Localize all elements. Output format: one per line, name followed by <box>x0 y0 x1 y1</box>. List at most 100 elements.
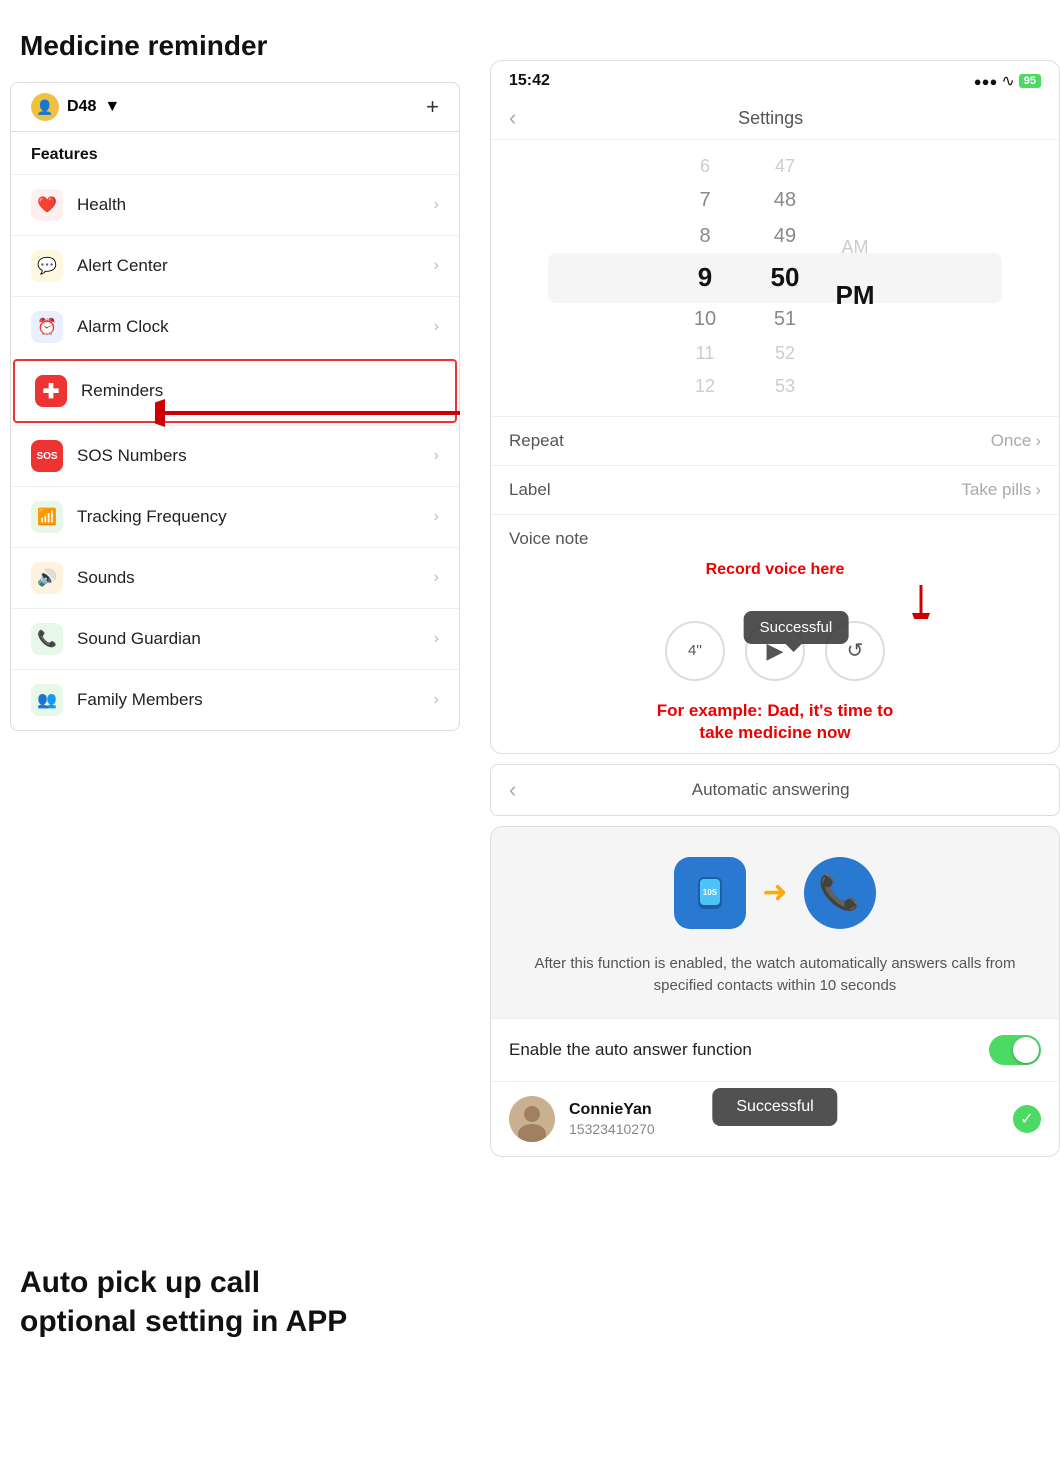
hour-11: 11 <box>696 337 715 369</box>
phone-emoji: 📞 <box>818 873 860 913</box>
device-icon: 👤 <box>31 93 59 121</box>
alert-center-icon: 💬 <box>31 250 63 282</box>
voice-annotation: Record voice here Successful 4'' ▶ <box>509 561 1041 681</box>
right-panel: 15:42 ●●● ∿ 95 ‹ Settings 6 7 8 9 10 <box>490 60 1060 1167</box>
min-50: 50 <box>771 254 800 301</box>
health-label: Health <box>77 195 434 215</box>
auto-answer-illustration: 10S ➜ 📞 <box>491 827 1059 949</box>
health-icon: ❤️ <box>31 189 63 221</box>
sos-numbers-label: SOS Numbers <box>77 446 434 466</box>
status-bar: 15:42 ●●● ∿ 95 <box>491 61 1059 97</box>
label-value-text: Take pills <box>961 480 1031 500</box>
tracking-frequency-label: Tracking Frequency <box>77 507 434 527</box>
time-picker[interactable]: 6 7 8 9 10 11 12 47 48 49 50 51 52 53 <box>491 140 1059 416</box>
sidebar-item-sounds[interactable]: 🔊 Sounds › <box>11 547 459 608</box>
arrow-emoji: ➜ <box>762 875 787 910</box>
example-text-line2: take medicine now <box>491 723 1059 753</box>
auto-answer-screen: 10S ➜ 📞 After this function is enabled, … <box>490 826 1060 1157</box>
status-icons: ●●● ∿ 95 <box>974 71 1041 91</box>
sound-guardian-label: Sound Guardian <box>77 629 434 649</box>
auto-answering-back-button[interactable]: ‹ <box>509 777 516 803</box>
min-49: 49 <box>774 218 796 254</box>
auto-answering-nav: ‹ Automatic answering <box>490 764 1060 816</box>
arrow-annotation <box>155 388 465 443</box>
sidebar-item-health[interactable]: ❤️ Health › <box>11 174 459 235</box>
toggle-knob <box>1013 1037 1039 1063</box>
label-label: Label <box>509 480 551 500</box>
left-panel: Medicine reminder 👤 D48 ▼ + Features ❤️ … <box>0 0 470 1481</box>
add-device-button[interactable]: + <box>426 94 439 120</box>
auto-answer-toggle[interactable] <box>989 1035 1041 1065</box>
alarm-clock-label: Alarm Clock <box>77 317 434 337</box>
red-arrow-svg <box>155 388 465 438</box>
sidebar-item-tracking-frequency[interactable]: 📶 Tracking Frequency › <box>11 486 459 547</box>
hour-10: 10 <box>694 301 716 337</box>
sidebar-item-family-members[interactable]: 👥 Family Members › <box>11 669 459 730</box>
label-chevron: › <box>1035 480 1041 500</box>
enable-auto-answer-row[interactable]: Enable the auto answer function <box>491 1018 1059 1081</box>
min-47: 47 <box>775 150 795 182</box>
nav-bar: ‹ Settings <box>491 97 1059 140</box>
chevron-icon: › <box>434 257 439 275</box>
auto-pickup-line2: optional setting in APP <box>20 1302 450 1341</box>
sidebar-item-alarm-clock[interactable]: ⏰ Alarm Clock › <box>11 296 459 357</box>
pm-option: PM <box>836 267 875 324</box>
device-name-container[interactable]: 👤 D48 ▼ <box>31 93 120 121</box>
watch-svg: 10S <box>690 871 730 915</box>
chevron-icon: › <box>434 318 439 336</box>
family-members-icon: 👥 <box>31 684 63 716</box>
status-time: 15:42 <box>509 72 550 90</box>
hour-7: 7 <box>699 182 710 218</box>
ampm-column[interactable]: AM PM <box>825 228 885 325</box>
minute-column[interactable]: 47 48 49 50 51 52 53 <box>745 150 825 402</box>
reminders-icon: ✚ <box>35 375 67 407</box>
min-51: 51 <box>774 301 796 337</box>
voice-note-label: Voice note <box>509 529 1041 549</box>
family-members-label: Family Members <box>77 690 434 710</box>
hour-column[interactable]: 6 7 8 9 10 11 12 <box>665 150 745 402</box>
sounds-icon: 🔊 <box>31 562 63 594</box>
auto-answering-title: Automatic answering <box>530 780 1011 800</box>
repeat-chevron: › <box>1035 431 1041 451</box>
am-option: AM <box>842 228 869 268</box>
page-title: Medicine reminder <box>0 20 470 82</box>
repeat-row[interactable]: Repeat Once › <box>491 416 1059 465</box>
auto-pickup-line1: Auto pick up call <box>20 1263 450 1302</box>
chevron-icon: › <box>434 569 439 587</box>
hour-12: 12 <box>695 370 715 402</box>
sounds-label: Sounds <box>77 568 434 588</box>
contact-check-icon: ✓ <box>1013 1105 1041 1133</box>
record-voice-annotation: Record voice here <box>509 561 1041 579</box>
successful-tooltip: Successful <box>744 611 849 644</box>
device-header: 👤 D48 ▼ + <box>10 82 460 132</box>
voice-note-section: Voice note Record voice here Succ <box>491 514 1059 695</box>
tracking-frequency-icon: 📶 <box>31 501 63 533</box>
sos-numbers-icon: SOS <box>31 440 63 472</box>
back-button[interactable]: ‹ <box>509 105 516 131</box>
enable-auto-answer-label: Enable the auto answer function <box>509 1040 752 1060</box>
repeat-value-text: Once <box>991 431 1032 451</box>
label-row[interactable]: Label Take pills › <box>491 465 1059 514</box>
sidebar-item-sound-guardian[interactable]: 📞 Sound Guardian › <box>11 608 459 669</box>
annotation-arrow <box>911 583 951 619</box>
sidebar-item-alert-center[interactable]: 💬 Alert Center › <box>11 235 459 296</box>
voice-controls: Successful 4'' ▶ ↺ <box>509 621 1041 681</box>
phone-icon: 📞 <box>804 857 876 929</box>
features-label: Features <box>11 132 459 174</box>
auto-pickup-section: Auto pick up call optional setting in AP… <box>0 1223 470 1361</box>
watch-container: 10S <box>674 857 746 929</box>
chevron-icon: › <box>434 447 439 465</box>
repeat-value: Once › <box>991 431 1041 451</box>
label-value: Take pills › <box>961 480 1041 500</box>
avatar-svg <box>509 1096 555 1142</box>
chevron-icon: › <box>434 508 439 526</box>
example-text-line1: For example: Dad, it's time to <box>491 695 1059 723</box>
settings-screen: 15:42 ●●● ∿ 95 ‹ Settings 6 7 8 9 10 <box>490 60 1060 754</box>
device-name-label: D48 <box>67 98 96 116</box>
dropdown-icon: ▼ <box>104 98 120 116</box>
settings-title: Settings <box>530 108 1011 129</box>
voice-duration: 4'' <box>665 621 725 681</box>
min-53: 53 <box>775 370 795 402</box>
successful-toast: Successful <box>712 1088 837 1126</box>
chevron-icon: › <box>434 630 439 648</box>
